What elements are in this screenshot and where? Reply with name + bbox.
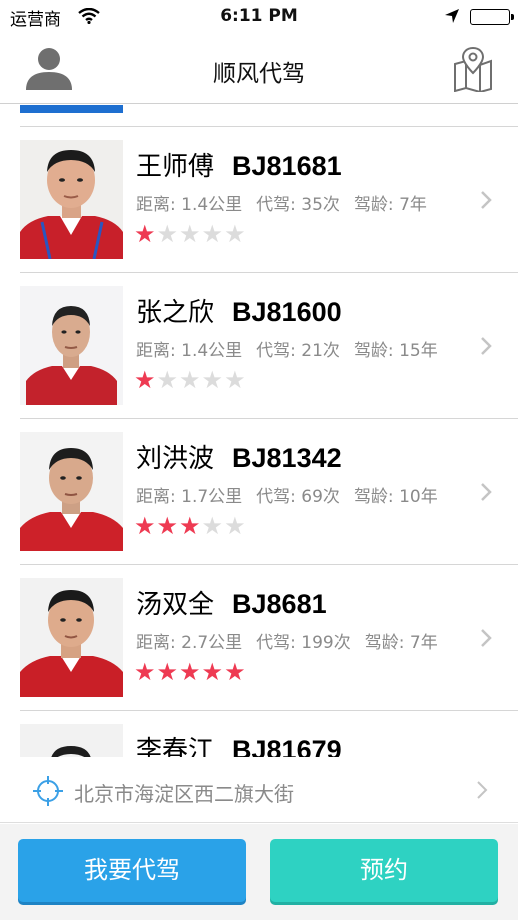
star-empty-icon: ★ xyxy=(201,512,225,540)
star-filled-icon: ★ xyxy=(134,220,157,248)
driver-photo xyxy=(20,724,123,757)
location-arrow-icon xyxy=(444,8,460,28)
star-rating: ★★★★★ xyxy=(134,512,247,540)
star-filled-icon: ★ xyxy=(134,512,157,540)
star-empty-icon: ★ xyxy=(179,366,202,394)
star-empty-icon: ★ xyxy=(201,366,225,394)
current-address: 北京市海淀区西二旗大街 xyxy=(74,782,294,806)
driver-name-line: 张之欣 BJ81600 xyxy=(136,292,342,329)
star-empty-icon: ★ xyxy=(224,220,247,248)
driver-meta: 距离: 1.4公里 代驾: 35次 驾龄: 7年 xyxy=(136,190,441,215)
driver-name-line: 王师傅 BJ81681 xyxy=(136,146,342,183)
nav-bar: 顺风代驾 xyxy=(0,34,518,104)
row-divider xyxy=(20,710,518,711)
crosshair-icon xyxy=(32,775,64,811)
driver-name: 张之欣 xyxy=(136,298,215,328)
chevron-right-icon xyxy=(476,780,488,804)
driver-years: 驾龄: 10年 xyxy=(353,487,438,507)
driver-row[interactable]: 刘洪波 BJ81342 距离: 1.7公里 代驾: 69次 驾龄: 10年 ★★★★★ xyxy=(0,418,518,564)
driver-name: 汤双全 xyxy=(136,590,215,620)
driver-years: 驾龄: 7年 xyxy=(364,633,438,653)
driver-code: BJ81679 xyxy=(232,735,342,757)
driver-row[interactable]: 张之欣 BJ81600 距离: 1.4公里 代驾: 21次 驾龄: 15年 ★★★★★ xyxy=(0,272,518,418)
star-empty-icon: ★ xyxy=(156,366,180,394)
driver-photo xyxy=(20,432,123,551)
driver-name-line: 汤双全 BJ8681 xyxy=(136,584,327,621)
request-driver-button[interactable]: 我要代驾 xyxy=(18,839,246,902)
reserve-button[interactable]: 预约 xyxy=(270,839,498,902)
location-bar[interactable]: 北京市海淀区西二旗大街 xyxy=(0,757,518,823)
driver-row[interactable]: 汤双全 BJ8681 距离: 2.7公里 代驾: 199次 驾龄: 7年 ★★★★★ xyxy=(0,564,518,710)
star-filled-icon: ★ xyxy=(156,512,180,540)
row-divider xyxy=(20,418,518,419)
driver-photo xyxy=(20,140,123,259)
status-time: 6:11 PM xyxy=(220,6,298,26)
driver-code: BJ81681 xyxy=(232,151,342,181)
driver-meta: 距离: 1.7公里 代驾: 69次 驾龄: 10年 xyxy=(136,482,452,507)
star-filled-icon: ★ xyxy=(134,366,157,394)
driver-distance: 距离: 1.7公里 xyxy=(136,487,243,507)
star-empty-icon: ★ xyxy=(156,220,180,248)
driver-name: 王师傅 xyxy=(136,152,215,182)
star-empty-icon: ★ xyxy=(224,366,247,394)
driver-photo xyxy=(20,286,123,405)
star-filled-icon: ★ xyxy=(224,658,247,686)
driver-meta: 距离: 1.4公里 代驾: 21次 驾龄: 15年 xyxy=(136,336,452,361)
driver-trips: 代驾: 35次 xyxy=(256,195,340,215)
star-filled-icon: ★ xyxy=(179,512,202,540)
star-filled-icon: ★ xyxy=(201,658,225,686)
star-rating: ★★★★★ xyxy=(134,220,247,248)
driver-code: BJ81600 xyxy=(232,297,342,327)
driver-meta: 距离: 2.7公里 代驾: 199次 驾龄: 7年 xyxy=(136,628,452,653)
driver-list[interactable]: 王师傅 BJ81681 距离: 1.4公里 代驾: 35次 驾龄: 7年 ★★★★★ xyxy=(0,105,518,757)
row-divider xyxy=(20,564,518,565)
driver-row[interactable]: 李春江 BJ81679 xyxy=(0,710,518,757)
driver-distance: 距离: 2.7公里 xyxy=(136,633,243,653)
star-filled-icon: ★ xyxy=(134,658,157,686)
star-empty-icon: ★ xyxy=(201,220,225,248)
driver-trips: 代驾: 21次 xyxy=(256,341,340,361)
chevron-right-icon xyxy=(480,482,492,506)
driver-years: 驾龄: 7年 xyxy=(353,195,427,215)
star-rating: ★★★★★ xyxy=(134,658,247,686)
row-divider xyxy=(20,272,518,273)
driver-photo xyxy=(20,578,123,697)
status-bar: 运营商 6:11 PM xyxy=(0,0,518,34)
driver-code: BJ8681 xyxy=(232,589,327,619)
driver-years: 驾龄: 15年 xyxy=(353,341,438,361)
star-rating: ★★★★★ xyxy=(134,366,247,394)
driver-trips: 代驾: 199次 xyxy=(256,633,351,653)
star-filled-icon: ★ xyxy=(156,658,180,686)
driver-row[interactable]: 王师傅 BJ81681 距离: 1.4公里 代驾: 35次 驾龄: 7年 ★★★★★ xyxy=(0,126,518,272)
star-empty-icon: ★ xyxy=(179,220,202,248)
star-empty-icon: ★ xyxy=(224,512,247,540)
driver-code: BJ81342 xyxy=(232,443,342,473)
driver-name: 李春江 xyxy=(136,736,215,757)
battery-icon xyxy=(470,9,514,25)
chevron-right-icon xyxy=(480,190,492,214)
star-filled-icon: ★ xyxy=(179,658,202,686)
driver-name-line: 李春江 BJ81679 xyxy=(136,730,342,757)
chevron-right-icon xyxy=(480,628,492,652)
bottom-action-bar: 我要代驾 预约 xyxy=(0,824,518,920)
driver-trips: 代驾: 69次 xyxy=(256,487,340,507)
page-title: 顺风代驾 xyxy=(213,61,305,87)
driver-distance: 距离: 1.4公里 xyxy=(136,195,243,215)
driver-name-line: 刘洪波 BJ81342 xyxy=(136,438,342,475)
row-divider xyxy=(20,126,518,127)
previous-row-stub xyxy=(20,105,123,113)
driver-name: 刘洪波 xyxy=(136,444,215,474)
chevron-right-icon xyxy=(480,336,492,360)
map-pin-icon[interactable] xyxy=(452,46,494,94)
driver-distance: 距离: 1.4公里 xyxy=(136,341,243,361)
